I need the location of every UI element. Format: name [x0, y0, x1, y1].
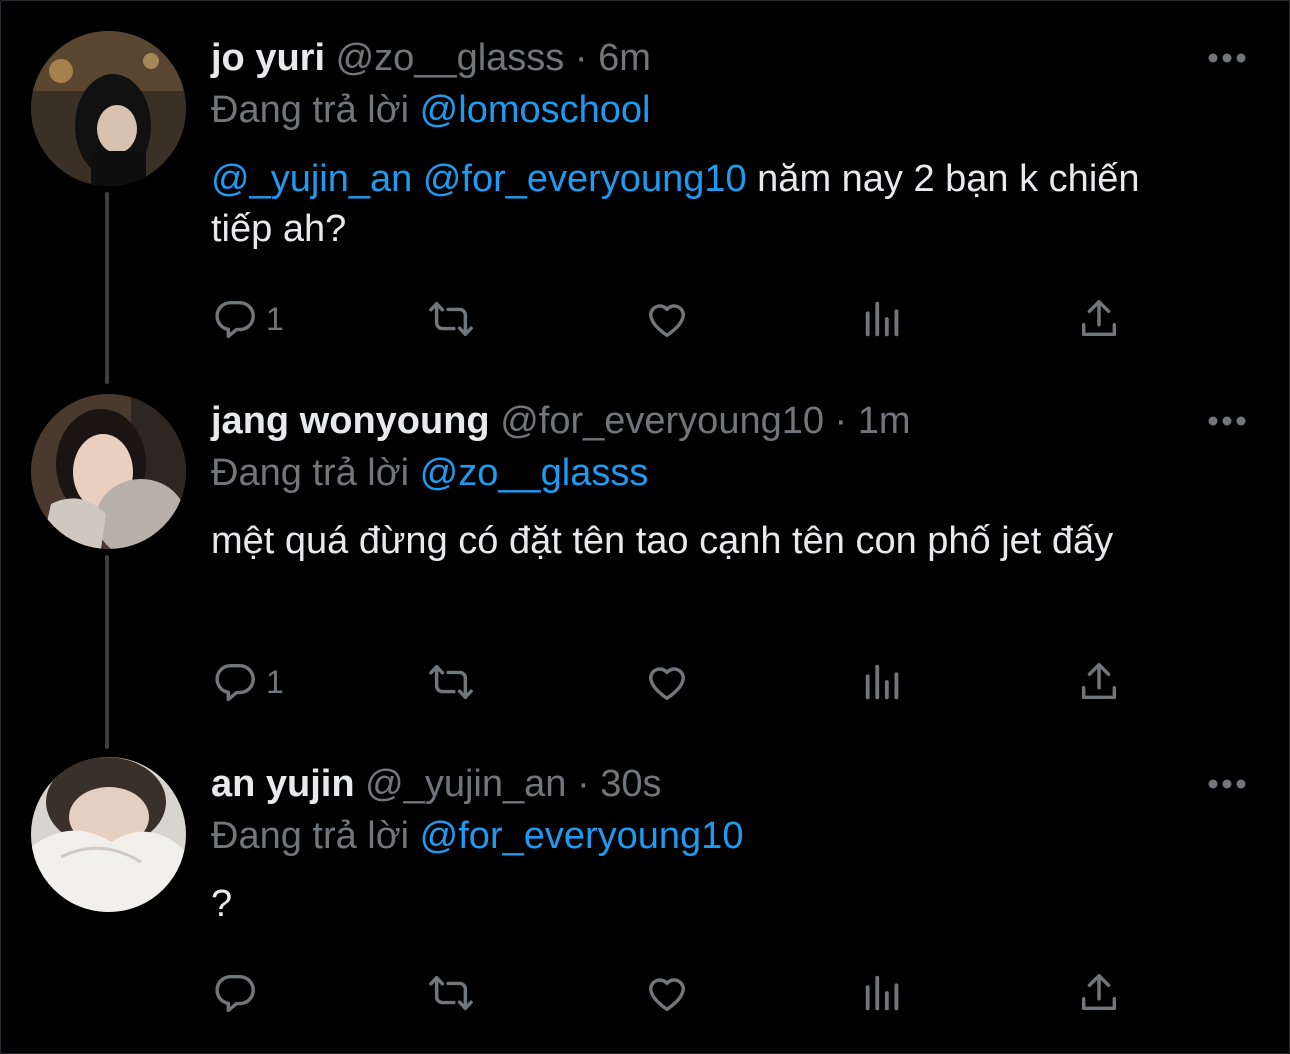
replying-to-label: Đang trả lời: [211, 89, 410, 131]
tweet-text: @_yujin_an @for_everyoung10 năm nay 2 bạ…: [211, 154, 1211, 254]
more-options-button[interactable]: [1207, 774, 1247, 794]
share-upload-icon: [1081, 663, 1117, 700]
reply-button[interactable]: [212, 968, 266, 1018]
like-button[interactable]: [644, 294, 690, 344]
avatar[interactable]: [31, 394, 186, 549]
tweet-body: ?: [211, 883, 233, 925]
more-dots-icon: [1208, 416, 1246, 426]
retweet-arrows-icon: [429, 301, 473, 337]
more-options-button[interactable]: [1207, 48, 1247, 68]
mention-link[interactable]: @for_everyoung10: [423, 158, 747, 200]
retweet-button[interactable]: [428, 294, 474, 344]
display-name[interactable]: an yujin: [211, 763, 355, 805]
share-button[interactable]: [1076, 294, 1122, 344]
separator-dot: ·: [834, 400, 848, 442]
mention-link[interactable]: @_yujin_an: [211, 158, 412, 200]
reply-bubble-icon: [215, 663, 255, 702]
user-handle[interactable]: @zo__glasss: [336, 37, 565, 79]
replying-to: Đang trả lời @for_everyoung10: [211, 814, 743, 858]
display-name[interactable]: jang wonyoung: [211, 400, 490, 442]
heart-icon: [648, 304, 686, 338]
replying-to: Đang trả lời @lomoschool: [211, 88, 650, 132]
tweet-header: jo yuri @zo__glasss · 6m: [211, 36, 651, 80]
replying-to-label: Đang trả lời: [211, 452, 410, 494]
replying-to-link[interactable]: @lomoschool: [420, 89, 651, 131]
like-button[interactable]: [644, 968, 690, 1018]
views-button[interactable]: [860, 968, 906, 1018]
separator-dot: ·: [574, 37, 588, 79]
heart-icon: [648, 667, 686, 701]
more-options-button[interactable]: [1207, 411, 1247, 431]
replying-to-label: Đang trả lời: [211, 815, 410, 857]
like-button[interactable]: [644, 657, 690, 707]
avatar[interactable]: [31, 31, 186, 186]
tweet[interactable]: jo yuri @zo__glasss · 6m Đang trả lời @l…: [0, 0, 1290, 370]
reply-button[interactable]: 1: [212, 294, 284, 344]
bar-chart-icon: [865, 975, 899, 1011]
share-button[interactable]: [1076, 968, 1122, 1018]
separator-dot: ·: [576, 763, 590, 805]
avatar-photo: [31, 394, 186, 549]
timestamp[interactable]: 30s: [600, 763, 661, 805]
more-dots-icon: [1208, 779, 1246, 789]
views-button[interactable]: [860, 294, 906, 344]
reply-button[interactable]: 1: [212, 657, 284, 707]
tweet-body: mệt quá đừng có đặt tên tao cạnh tên con…: [211, 520, 1114, 562]
avatar[interactable]: [31, 757, 186, 912]
heart-icon: [648, 978, 686, 1012]
timestamp[interactable]: 1m: [858, 400, 911, 442]
tweet-text: mệt quá đừng có đặt tên tao cạnh tên con…: [211, 516, 1211, 566]
tweet[interactable]: jang wonyoung @for_everyoung10 · 1m Đang…: [0, 363, 1290, 733]
display-name[interactable]: jo yuri: [211, 37, 325, 79]
replying-to-link[interactable]: @zo__glasss: [420, 452, 649, 494]
reply-count: 1: [266, 663, 284, 700]
tweet-text: ?: [211, 879, 1211, 929]
share-button[interactable]: [1076, 657, 1122, 707]
retweet-button[interactable]: [428, 657, 474, 707]
retweet-button[interactable]: [428, 968, 474, 1018]
tweet-header: jang wonyoung @for_everyoung10 · 1m: [211, 399, 911, 443]
share-upload-icon: [1081, 974, 1117, 1011]
avatar-photo: [31, 757, 186, 912]
bar-chart-icon: [865, 301, 899, 337]
tweet-header: an yujin @_yujin_an · 30s: [211, 762, 661, 806]
reply-count: 1: [266, 300, 284, 337]
reply-bubble-icon: [215, 300, 255, 339]
user-handle[interactable]: @_yujin_an: [365, 763, 566, 805]
replying-to: Đang trả lời @zo__glasss: [211, 451, 648, 495]
more-dots-icon: [1208, 53, 1246, 63]
share-upload-icon: [1081, 300, 1117, 337]
timestamp[interactable]: 6m: [598, 37, 651, 79]
tweet[interactable]: an yujin @_yujin_an · 30s Đang trả lời @…: [0, 726, 1290, 1054]
replying-to-link[interactable]: @for_everyoung10: [420, 815, 744, 857]
retweet-arrows-icon: [429, 975, 473, 1011]
reply-bubble-icon: [215, 974, 255, 1013]
retweet-arrows-icon: [429, 664, 473, 700]
avatar-photo: [31, 31, 186, 186]
views-button[interactable]: [860, 657, 906, 707]
user-handle[interactable]: @for_everyoung10: [500, 400, 824, 442]
bar-chart-icon: [865, 664, 899, 700]
